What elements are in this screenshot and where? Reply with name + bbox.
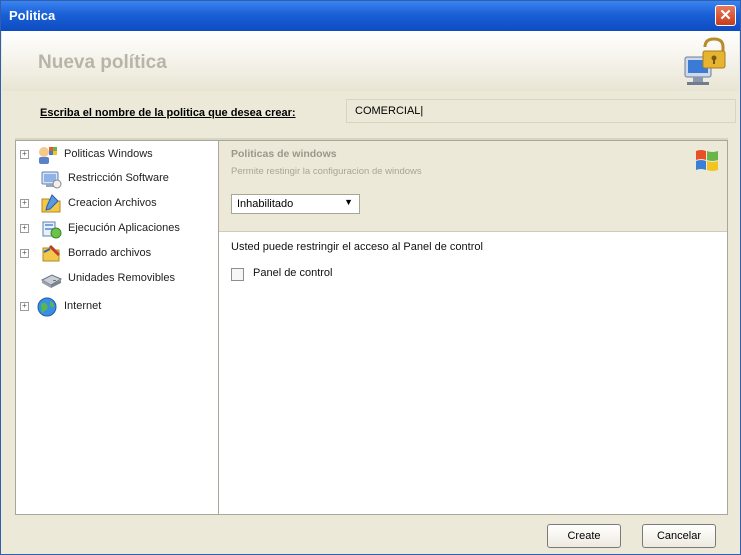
- tree-item-borrado-archivos[interactable]: + Borrado archivos: [16, 242, 216, 266]
- policy-tree: + Politicas Windows Restricción Software…: [15, 140, 219, 515]
- windows-flag-icon: [39, 147, 57, 164]
- tree-item-creacion-archivos[interactable]: + Creacion Archivos: [16, 192, 216, 216]
- tree-item-politicas-windows[interactable]: + Politicas Windows: [16, 143, 216, 167]
- dropdown-arrow-icon[interactable]: ▼: [344, 197, 353, 207]
- select-value: Inhabilitado: [237, 198, 294, 210]
- policy-description: Usted puede restringir el acceso al Pane…: [231, 241, 483, 253]
- expand-toggle[interactable]: +: [20, 199, 29, 208]
- expand-toggle[interactable]: +: [20, 224, 29, 233]
- header-title: Nueva política: [38, 52, 167, 73]
- content-title: Politicas de windows: [231, 148, 337, 160]
- cancel-button[interactable]: Cancelar: [642, 524, 716, 548]
- tree-item-label: Ejecución Aplicaciones: [68, 222, 180, 234]
- tree-item-internet[interactable]: + Internet: [16, 295, 216, 319]
- expand-toggle[interactable]: +: [20, 150, 29, 159]
- title-bar[interactable]: Politica ✕: [1, 1, 740, 31]
- security-policy-icon: [684, 37, 726, 85]
- tree-item-label: Unidades Removibles: [68, 272, 175, 284]
- delete-files-icon: [42, 244, 61, 262]
- tree-item-unidades-removibles[interactable]: Unidades Removibles: [16, 267, 216, 291]
- tree-item-label: Restricción Software: [68, 172, 169, 184]
- close-button[interactable]: ✕: [715, 5, 736, 26]
- content-header: Politicas de windows Permite restingir l…: [219, 141, 727, 232]
- close-icon: ✕: [719, 7, 732, 24]
- panel-de-control-checkbox[interactable]: [231, 268, 244, 281]
- checkbox-label: Panel de control: [253, 267, 333, 279]
- dialog-header: Nueva política: [2, 31, 739, 92]
- tree-item-restriccion-software[interactable]: Restricción Software: [16, 167, 216, 191]
- software-restriction-icon: [41, 171, 62, 189]
- create-files-icon: [41, 194, 61, 213]
- tree-item-label: Politicas Windows: [64, 148, 153, 160]
- policy-name-row: Escriba el nombre de la politica que des…: [2, 91, 739, 139]
- expand-toggle[interactable]: +: [20, 302, 29, 311]
- policy-window: Politica ✕ Nueva política Escriba el nom…: [0, 0, 741, 555]
- dialog-footer: Create Cancelar: [2, 515, 739, 553]
- globe-icon: [37, 297, 57, 317]
- tree-item-label: Creacion Archivos: [68, 197, 157, 209]
- policy-state-select[interactable]: Inhabilitado ▼: [231, 194, 360, 214]
- removable-drive-icon: [40, 274, 62, 288]
- tree-item-ejecucion-aplicaciones[interactable]: + Ejecución Aplicaciones: [16, 217, 216, 241]
- policy-name-input[interactable]: COMERCIAL|: [346, 99, 736, 123]
- content-subtitle: Permite restingir la configuracion de wi…: [231, 166, 422, 177]
- window-title: Politica: [9, 8, 56, 23]
- windows-logo-icon: [696, 150, 718, 171]
- create-button[interactable]: Create: [547, 524, 621, 548]
- tree-item-label: Borrado archivos: [68, 247, 152, 259]
- run-applications-icon: [42, 221, 62, 239]
- expand-toggle[interactable]: +: [20, 249, 29, 258]
- policy-content: Politicas de windows Permite restingir l…: [219, 140, 728, 515]
- tree-item-label: Internet: [64, 300, 102, 312]
- policy-name-label: Escriba el nombre de la politica que des…: [40, 107, 296, 119]
